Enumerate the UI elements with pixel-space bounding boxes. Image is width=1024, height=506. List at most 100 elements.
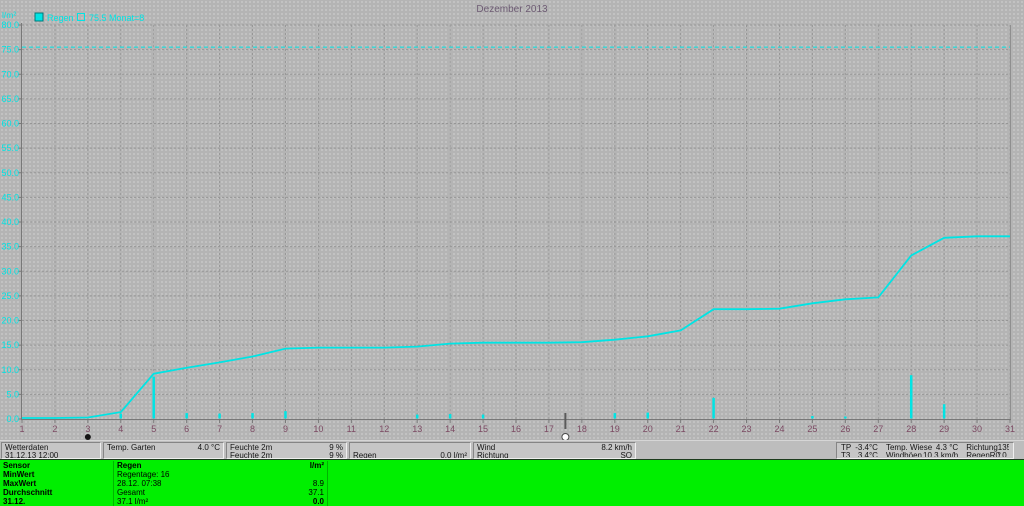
y-tick-label: 20.0 <box>1 316 19 326</box>
x-tick-label: 10 <box>313 424 323 434</box>
status-cell-richtung-regenr[interactable]: Richtung135 °RegenR0.0 mm/h <box>966 444 1009 457</box>
summary-cell: 28.12. 07:38 <box>117 479 162 488</box>
summary-cell: 8.9 <box>264 479 328 488</box>
status-label: Feuchte 2m <box>230 450 273 459</box>
x-tick-label: 25 <box>807 424 817 434</box>
x-tick-label: 18 <box>577 424 587 434</box>
x-tick-label: 15 <box>478 424 488 434</box>
status-label: Temp. Garten <box>107 443 156 452</box>
daily-rain-bars <box>119 375 946 419</box>
x-tick-label: 20 <box>643 424 653 434</box>
x-tick-label: 29 <box>939 424 949 434</box>
summary-row: MinWert Regentage: 16 <box>2 470 336 479</box>
y-tick-label: 55.0 <box>1 143 19 153</box>
y-tick-label: 35.0 <box>1 242 19 252</box>
x-tick-label: 24 <box>774 424 784 434</box>
status-label: Regen <box>353 450 377 459</box>
y-tick-label: 15.0 <box>1 340 19 350</box>
x-tick-label: 16 <box>511 424 521 434</box>
y-tick-label: 10.0 <box>1 365 19 375</box>
y-axis-labels: 0.0 5.0 10.0 15.0 20.0 25.0 30.0 35.0 40.0 45.0 50… <box>1 20 19 424</box>
status-cell-temp-garten[interactable]: Temp. Garten 4.0 °C <box>103 442 224 459</box>
x-tick-label: 19 <box>610 424 620 434</box>
status-row: Regen 0.0 l/m² <box>353 450 467 459</box>
y-tick-label: 75.0 <box>1 45 19 55</box>
x-tick-label: 22 <box>709 424 719 434</box>
x-tick-label: 27 <box>873 424 883 434</box>
x-tick-label: 5 <box>151 424 156 434</box>
summary-cell: Regentage: 16 <box>117 470 170 479</box>
status-value: 0.0 l/m² <box>440 450 467 459</box>
chart-gridlines <box>22 24 1011 419</box>
x-tick-label: 26 <box>840 424 850 434</box>
summary-panel: Sensor Regen l/m² MinWert Regentage: 16 MaxWe… <box>0 459 1024 506</box>
status-value: 10.3 km/h <box>923 450 959 457</box>
y-tick-label: 80.0 <box>1 20 19 30</box>
summary-row: MaxWert 28.12. 07:38 8.9 <box>2 479 336 488</box>
y-tick-label: 40.0 <box>1 217 19 227</box>
status-label: RegenR <box>966 450 996 457</box>
x-tick-label: 23 <box>742 424 752 434</box>
y-axis-unit-label: l/m² <box>2 10 16 20</box>
x-tick-label: 17 <box>544 424 554 434</box>
status-row <box>107 452 220 459</box>
x-tick-label: 7 <box>217 424 222 434</box>
summary-cell: Regen <box>117 461 142 470</box>
status-row: RegenR0.0 mm/h <box>966 450 1009 457</box>
summary-cell: 31.12. <box>2 497 114 506</box>
status-cell-wetterdaten[interactable]: Wetterdaten 31.12.13 12:00 <box>1 442 101 459</box>
x-tick-label: 30 <box>972 424 982 434</box>
status-value: SO <box>620 450 632 459</box>
axis-markers <box>84 413 570 441</box>
status-value: 9 % <box>329 450 343 459</box>
y-tick-label: 5.0 <box>6 389 19 399</box>
status-bar: Wetterdaten 31.12.13 12:00 Temp. Garten 4.0… <box>0 440 1024 459</box>
status-cell-tp-t3[interactable]: TP -3.4°C T3 3.4°C <box>841 444 878 457</box>
x-tick-label: 28 <box>906 424 916 434</box>
y-tick-label: 0.0 <box>6 414 19 424</box>
status-row: Feuchte 2m 9 % <box>230 450 343 459</box>
summary-cell <box>264 470 328 479</box>
x-tick-label: 3 <box>85 424 90 434</box>
chart-legend: Regen 75.5 Monat=8 <box>34 12 144 23</box>
status-cell-feuchte-2m[interactable]: Feuchte 2m 9 % Feuchte 2m 9 % <box>226 442 347 459</box>
summary-cell: MinWert <box>2 470 114 479</box>
summary-cell: Durchschnitt <box>2 488 114 497</box>
y-tick-label: 30.0 <box>1 266 19 276</box>
rain-summary-table: Sensor Regen l/m² MinWert Regentage: 16 MaxWe… <box>2 461 336 506</box>
summary-cell: Sensor <box>2 461 114 470</box>
summary-row: 31.12. 37.1 l/m² 0.0 <box>2 497 336 506</box>
summary-cell: l/m² <box>264 461 328 470</box>
status-row: Temp. Garten 4.0 °C <box>107 444 220 452</box>
x-tick-label: 14 <box>445 424 455 434</box>
status-cell-regen[interactable]: Regen 0.0 l/m² <box>349 442 471 459</box>
record-line-swatch-icon <box>77 13 85 21</box>
chart-axes <box>18 23 1011 423</box>
x-tick-label: 9 <box>283 424 288 434</box>
x-tick-label: 1 <box>19 424 24 434</box>
status-value: 3.4°C <box>857 450 878 457</box>
legend-rain-label: Regen <box>47 13 74 23</box>
x-tick-label: 21 <box>676 424 686 434</box>
status-row: Windböen 10.3 km/h <box>886 450 959 457</box>
x-tick-label: 13 <box>412 424 422 434</box>
legend-record-label: 75.5 Monat=8 <box>89 13 144 23</box>
status-value: 0.0 mm/h <box>995 450 1007 457</box>
y-tick-label: 60.0 <box>1 119 19 129</box>
status-cell-temp-wiese[interactable]: Temp. Wiese 4.3 °C Windböen 10.3 km/h <box>886 444 958 457</box>
x-tick-label: 8 <box>250 424 255 434</box>
status-row: T3 3.4°C <box>841 450 878 457</box>
x-tick-label: 2 <box>52 424 57 434</box>
status-label: Richtung <box>477 450 509 459</box>
status-cell-right-group[interactable]: TP -3.4°C T3 3.4°C Temp. Wiese 4.3 °C Windböen… <box>836 442 1014 459</box>
status-cell-wind[interactable]: Wind 8.2 km/h Richtung SO <box>473 442 636 459</box>
status-row: 31.12.13 12:00 <box>5 450 97 459</box>
rain-series-swatch-icon <box>34 12 44 22</box>
status-value: 4.0 °C <box>197 443 220 452</box>
y-tick-label: 65.0 <box>1 94 19 104</box>
x-tick-label: 31 <box>1005 424 1015 434</box>
y-tick-label: 25.0 <box>1 291 19 301</box>
status-label: 31.12.13 12:00 <box>5 450 59 459</box>
weather-app: { "title": "Dezember 2013", "y_axis": { … <box>0 0 1024 506</box>
summary-row: Sensor Regen l/m² <box>2 461 336 470</box>
